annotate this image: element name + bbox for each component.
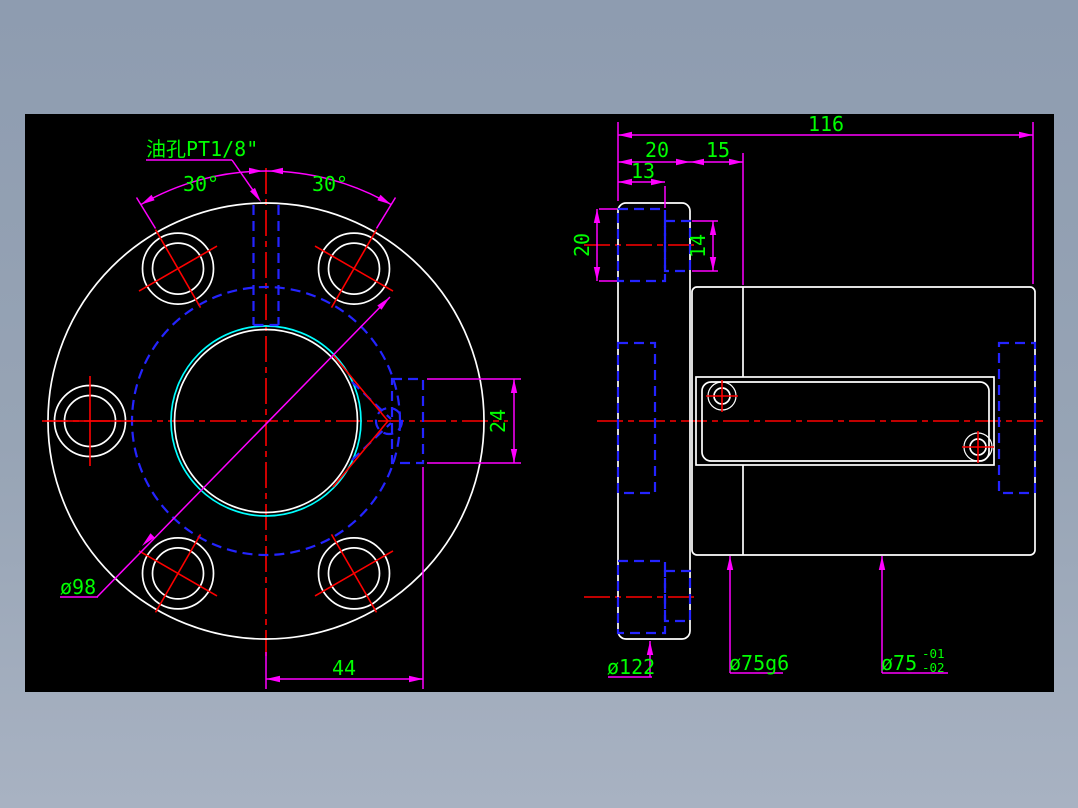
flange-dia-text: ø122 — [607, 655, 655, 679]
flat-width-text: 24 — [486, 409, 510, 433]
body-fit-dia-text: ø75g6 — [729, 651, 789, 675]
drawing-viewport[interactable] — [25, 114, 1054, 692]
bolt-circle-text: ø98 — [60, 575, 96, 599]
bolt-hole-dia-text: 14 — [686, 234, 710, 258]
spacer-width-text: 15 — [706, 138, 730, 162]
angle-left-text: 30° — [183, 172, 219, 196]
counterbore-depth-text: 13 — [631, 159, 655, 183]
counterbore-dia-text: 20 — [570, 233, 594, 257]
cad-window: 油孔PT1/8" 30° 30° ø98 44 24 116 20 15 13 … — [25, 112, 1054, 692]
body-dia-text: ø75 — [881, 651, 917, 675]
body-tol-upper-text: -01 — [922, 646, 945, 661]
oil-port-text: 油孔PT1/8" — [146, 137, 258, 161]
overall-length-text: 116 — [808, 112, 844, 136]
flat-offset-text: 44 — [332, 656, 356, 680]
angle-right-text: 30° — [312, 172, 348, 196]
body-tol-lower-text: -02 — [922, 660, 945, 675]
